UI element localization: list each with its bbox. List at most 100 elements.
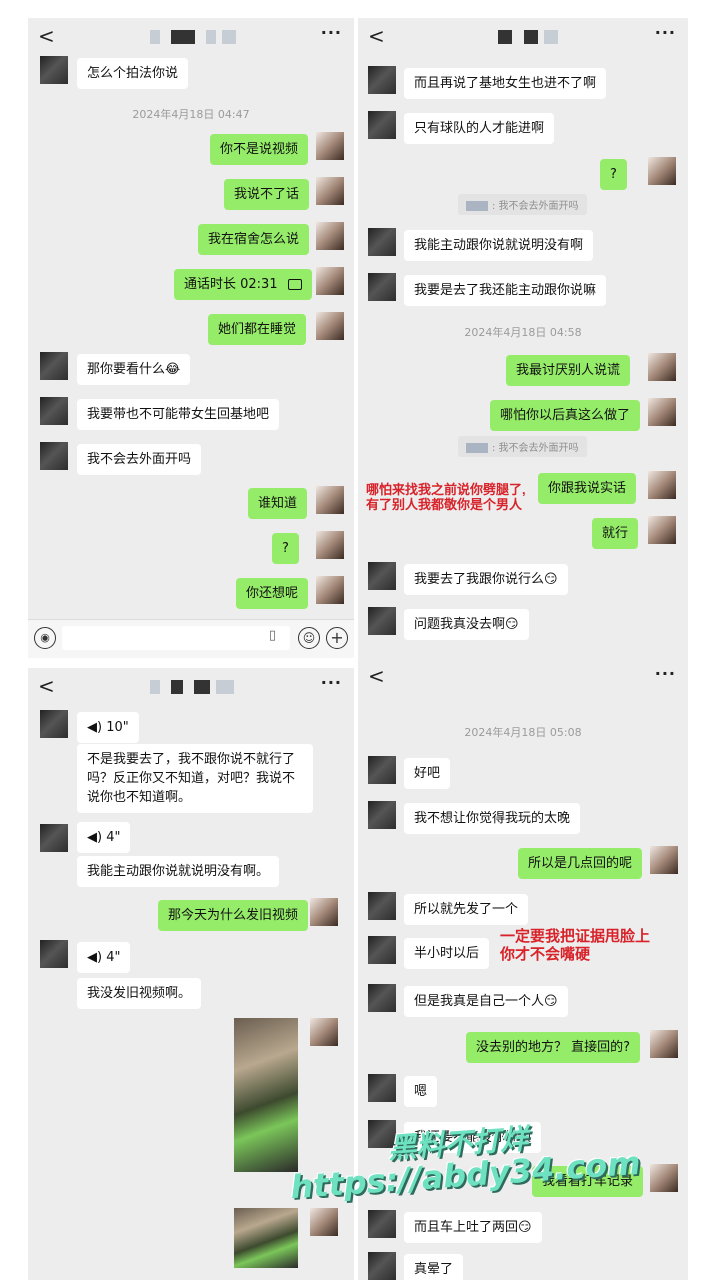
message-bubble: 你跟我说实话 [538,473,637,504]
avatar[interactable] [368,66,396,94]
avatar[interactable] [40,442,68,470]
avatar[interactable] [368,936,396,964]
avatar[interactable] [316,222,344,250]
more-icon[interactable]: ··· [321,673,342,692]
message-bubble: 只有球队的人才能进啊 [404,113,555,144]
message-bubble: 我能主动跟你说就说明没有啊 [404,230,594,261]
message-bubble: 所以是几点回的呢 [518,848,643,879]
avatar[interactable] [368,1252,396,1280]
message-bubble: 我不想让你觉得我玩的太晚 [404,803,581,834]
red-annotation: 一定要我把证据甩脸上 你才不会嘴硬 [500,928,651,963]
timestamp: 2024年4月18日 04:47 [132,108,250,121]
avatar[interactable] [648,398,676,426]
blurred-title [544,30,558,44]
back-icon[interactable]: < [368,664,385,688]
avatar[interactable] [368,756,396,784]
avatar[interactable] [368,607,396,635]
back-icon[interactable]: < [368,24,385,48]
chat-panel-1: < ··· 怎么个拍法你说 2024年4月18日 04:47 你不是说视频 我说… [28,18,354,658]
back-icon[interactable]: < [38,24,55,48]
timestamp: 2024年4月18日 05:08 [464,726,582,739]
message-bubble: 就行 [592,518,639,549]
avatar[interactable] [650,846,678,874]
plus-icon[interactable]: + [326,627,348,649]
avatar[interactable] [368,1210,396,1238]
avatar[interactable] [40,352,68,380]
blurred-title [171,680,183,694]
message-bubble: 嗯 [404,1076,438,1107]
emoji-icon[interactable]: ☺ [298,627,320,649]
message-bubble: 谁知道 [248,488,308,519]
call-duration-bubble[interactable]: 通话时长 02:31 [174,269,312,300]
avatar[interactable] [316,267,344,295]
avatar[interactable] [310,1018,338,1046]
blurred-title [222,30,236,44]
avatar[interactable] [368,273,396,301]
avatar[interactable] [648,157,676,185]
mic-icon[interactable]: ▯ [269,628,276,643]
chat-header: < ··· [28,18,354,56]
chat-header: < ··· [28,668,354,706]
message-bubble: 你不是说视频 [210,134,309,165]
blurred-title [206,30,216,44]
avatar[interactable] [40,56,68,84]
more-icon[interactable]: ··· [655,664,676,683]
message-bubble: 而且再说了基地女生也进不了啊 [404,68,607,99]
avatar[interactable] [40,397,68,425]
phone-icon [287,279,302,290]
message-bubble: 哪怕你以后真这么做了 [490,400,641,431]
message-bubble: 好吧 [404,758,451,789]
avatar[interactable] [40,940,68,968]
avatar[interactable] [316,177,344,205]
message-bubble: 没去别的地方？ 直接回的? [466,1032,641,1063]
voice-icon[interactable]: ◉ [34,627,56,649]
avatar[interactable] [368,801,396,829]
avatar[interactable] [648,471,676,499]
call-duration-text: 通话时长 02:31 [184,277,278,292]
video-thumbnail[interactable] [234,1018,298,1172]
avatar[interactable] [368,228,396,256]
message-bubble: 我最讨厌别人说谎 [506,355,631,386]
voice-message[interactable]: ◀) 4" [77,942,131,973]
blurred-title [150,30,160,44]
avatar[interactable] [316,576,344,604]
avatar[interactable] [316,312,344,340]
avatar[interactable] [368,1074,396,1102]
quoted-message: : 我不会去外面开吗 [458,436,587,457]
more-icon[interactable]: ··· [321,23,342,42]
avatar[interactable] [368,892,396,920]
voice-transcript: 不是我要去了，我不跟你说不就行了吗？反正你又不知道，对吧？我说不说你也不知道啊。 [77,744,313,813]
avatar[interactable] [310,898,338,926]
avatar[interactable] [368,984,396,1012]
timestamp: 2024年4月18日 04:58 [464,326,582,339]
avatar[interactable] [310,1208,338,1236]
message-bubble: 我要去了我跟你说行么😏 [404,564,568,595]
avatar[interactable] [648,516,676,544]
back-icon[interactable]: < [38,674,55,698]
more-icon[interactable]: ··· [655,23,676,42]
avatar[interactable] [368,111,396,139]
message-bubble: 她们都在睡觉 [208,314,307,345]
voice-transcript: 我能主动跟你说就说明没有啊。 [77,856,280,887]
message-input[interactable] [62,626,290,650]
avatar[interactable] [650,1030,678,1058]
voice-message[interactable]: ◀) 4" [77,822,131,853]
avatar[interactable] [40,824,68,852]
voice-wave-icon: ◀) [87,720,103,735]
avatar[interactable] [316,486,344,514]
message-bubble: 我要带也不可能带女生回基地吧 [77,399,280,430]
avatar[interactable] [40,710,68,738]
avatar[interactable] [650,1164,678,1192]
voice-message[interactable]: ◀) 10" [77,712,139,743]
message-bubble: 我说不了话 [224,179,310,210]
blurred-title [498,30,512,44]
video-thumbnail[interactable] [234,1208,298,1268]
message-bubble: 我要是去了我还能主动跟你说嘛 [404,275,607,306]
avatar[interactable] [316,531,344,559]
message-bubble: 那今天为什么发旧视频 [158,900,309,931]
avatar[interactable] [368,562,396,590]
avatar[interactable] [316,132,344,160]
avatar[interactable] [648,353,676,381]
message-bubble: 所以就先发了一个 [404,894,529,925]
message-bubble: 半小时以后 [404,938,490,969]
